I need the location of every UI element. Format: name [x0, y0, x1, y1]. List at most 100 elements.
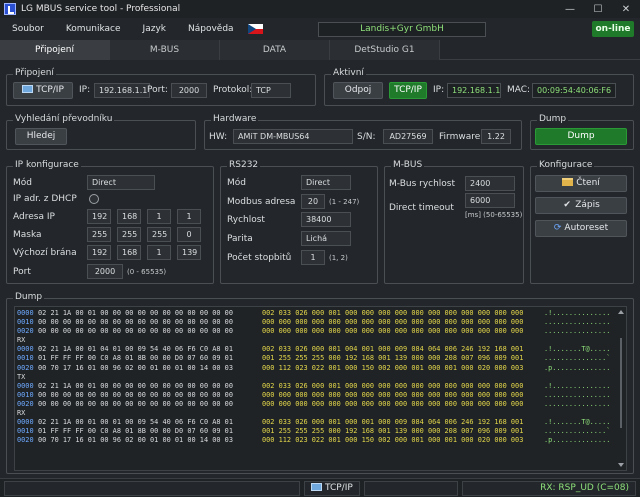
dump-addr: 0020 — [17, 327, 34, 336]
dump-dec: 001 255 255 255 000 192 168 001 139 000 … — [262, 354, 524, 363]
dump-direction: RX — [17, 409, 26, 418]
ip-port-label: Port — [13, 267, 31, 277]
menu-komunikace[interactable]: Komunikace — [54, 24, 131, 34]
connection-mode-button[interactable]: TCP/IP — [13, 82, 73, 99]
parity-label: Parita — [227, 234, 253, 244]
online-badge: on-line — [592, 21, 634, 37]
parity-field[interactable]: Lichá — [301, 231, 351, 246]
dump-hex: 01 FF FF FF 00 C0 A8 01 8B 00 00 D0 07 6… — [38, 427, 233, 436]
port-field[interactable]: 2000 — [171, 83, 207, 98]
menu-soubor[interactable]: Soubor — [0, 24, 54, 34]
dump-dec: 000 112 023 022 001 000 150 002 000 001 … — [262, 363, 524, 372]
mbus-group: M-BUS M-Bus rychlost 2400 Direct timeout… — [384, 160, 524, 284]
dhcp-radio[interactable] — [89, 194, 99, 204]
modbus-field[interactable]: 20 — [301, 194, 325, 209]
active-mode-button[interactable]: TCP/IP — [389, 82, 427, 99]
connection-group: Připojení TCP/IP IP: 192.168.1.1 Port: 2… — [6, 68, 316, 106]
sn-field: AD27569 — [383, 129, 433, 144]
dump-dec: 000 000 000 000 000 000 000 000 000 000 … — [262, 390, 524, 399]
dump-hex: 02 21 1A 00 01 04 01 00 09 54 40 06 F6 C… — [38, 345, 233, 354]
status-rx: RX: RSP_UD (C=08) — [462, 481, 636, 496]
dump-row: 0010 00 00 00 00 00 00 00 00 00 00 00 00 … — [17, 391, 626, 400]
dump-hex: 01 FF FF FF 00 C0 A8 01 8B 00 00 D0 07 6… — [38, 354, 233, 363]
rs232-speed-field[interactable]: 38400 — [301, 212, 351, 227]
dump-asc: .p.............. — [544, 363, 611, 372]
dump-addr: 0020 — [17, 363, 34, 372]
czech-flag-icon[interactable] — [247, 24, 263, 34]
dump-hex: 02 21 1A 00 01 00 01 00 09 54 40 06 F6 C… — [38, 418, 233, 427]
gateway-octet-1[interactable]: 192 — [87, 245, 111, 260]
timeout-field[interactable]: 6000 — [465, 193, 515, 208]
port-label: Port: — [147, 85, 168, 95]
tab-mbus[interactable]: M-BUS — [110, 40, 220, 60]
gateway-octet-2[interactable]: 168 — [117, 245, 141, 260]
dump-control-title: Dump — [537, 114, 569, 124]
protocol-field[interactable]: TCP — [251, 83, 291, 98]
dump-dec: 000 112 023 022 001 000 150 002 000 001 … — [262, 436, 524, 445]
dump-addr: 0010 — [17, 318, 34, 327]
ip-port-field[interactable]: 2000 — [87, 264, 123, 279]
dump-direction-row: RX — [17, 409, 626, 418]
write-button[interactable]: ✔ Zápis — [535, 197, 627, 214]
search-button[interactable]: Hledej — [15, 128, 67, 145]
tab-data[interactable]: DATA — [220, 40, 330, 60]
dump-direction-row: TX — [17, 373, 626, 382]
dump-dec: 000 000 000 000 000 000 000 000 000 000 … — [262, 327, 524, 336]
autoreset-button[interactable]: ⟳ Autoreset — [535, 220, 627, 237]
mbus-speed-field[interactable]: 2400 — [465, 176, 515, 191]
dump-addr: 0000 — [17, 309, 34, 317]
rs232-mode-field[interactable]: Direct — [301, 175, 351, 190]
close-button[interactable]: ✕ — [612, 0, 640, 18]
mask-octet-1[interactable]: 255 — [87, 227, 111, 242]
ip-octet-4[interactable]: 1 — [177, 209, 201, 224]
mask-octet-2[interactable]: 255 — [117, 227, 141, 242]
dump-addr: 0010 — [17, 354, 34, 363]
dump-row: 0020 00 00 00 00 00 00 00 00 00 00 00 00 … — [17, 400, 626, 409]
dump-direction-row: RX — [17, 336, 626, 345]
dump-scrollbar[interactable] — [617, 308, 625, 469]
ip-octet-1[interactable]: 192 — [87, 209, 111, 224]
rs232-title: RS232 — [227, 160, 261, 170]
menu-jazyk[interactable]: Jazyk — [131, 24, 176, 34]
dump-title: Dump — [13, 292, 45, 302]
ip-field[interactable]: 192.168.1.1 — [94, 83, 150, 98]
mask-octet-3[interactable]: 255 — [147, 227, 171, 242]
status-bar: TCP/IP RX: RSP_UD (C=08) — [0, 478, 640, 497]
maximize-button[interactable]: ☐ — [584, 0, 612, 18]
mbus-speed-label: M-Bus rychlost — [389, 179, 456, 189]
gateway-octet-4[interactable]: 139 — [177, 245, 201, 260]
tab-bar: Připojení M-BUS DATA DetStudio G1 — [0, 40, 640, 60]
gateway-octet-3[interactable]: 1 — [147, 245, 171, 260]
menu-napoveda[interactable]: Nápověda — [176, 24, 244, 34]
disconnect-button[interactable]: Odpoj — [333, 82, 383, 99]
dump-addr: 0000 — [17, 345, 34, 354]
ip-mode-field[interactable]: Direct — [87, 175, 155, 190]
dump-row: 0000 02 21 1A 00 01 00 00 00 00 00 00 00 … — [17, 309, 626, 318]
dump-hex: 00 70 17 16 01 00 96 02 00 01 00 01 00 1… — [38, 363, 233, 372]
dump-asc: .!.......T@..... — [544, 345, 611, 354]
stopbits-field[interactable]: 1 — [301, 250, 325, 265]
title-bar: LG MBUS service tool - Professional — ☐ … — [0, 0, 640, 18]
active-ip-label: IP: — [433, 85, 445, 95]
ip-octet-2[interactable]: 168 — [117, 209, 141, 224]
dump-hex: 00 00 00 00 00 00 00 00 00 00 00 00 00 0… — [38, 399, 233, 408]
minimize-button[interactable]: — — [556, 0, 584, 18]
rs232-mode-label: Mód — [227, 178, 246, 188]
mask-label: Maska — [13, 230, 42, 240]
dump-button[interactable]: Dump — [535, 128, 627, 145]
dump-asc: ................ — [544, 399, 611, 408]
connection-group-title: Připojení — [13, 68, 56, 78]
ip-octet-3[interactable]: 1 — [147, 209, 171, 224]
read-button[interactable]: Čtení — [535, 175, 627, 192]
dump-dec: 000 000 000 000 000 000 000 000 000 000 … — [262, 318, 524, 327]
tab-detstudio[interactable]: DetStudio G1 — [330, 40, 440, 60]
dump-output[interactable]: 0000 02 21 1A 00 01 00 00 00 00 00 00 00 … — [14, 306, 627, 471]
app-icon — [4, 3, 16, 15]
dump-dec: 000 000 000 000 000 000 000 000 000 000 … — [262, 399, 524, 408]
dump-asc: .!.............. — [544, 309, 611, 317]
dump-hex: 00 00 00 00 00 00 00 00 00 00 00 00 00 0… — [38, 327, 233, 336]
tab-pripojeni[interactable]: Připojení — [0, 40, 110, 60]
dump-hex: 02 21 1A 00 01 00 00 00 00 00 00 00 00 0… — [38, 309, 233, 317]
dump-addr: 0010 — [17, 427, 34, 436]
mask-octet-4[interactable]: 0 — [177, 227, 201, 242]
